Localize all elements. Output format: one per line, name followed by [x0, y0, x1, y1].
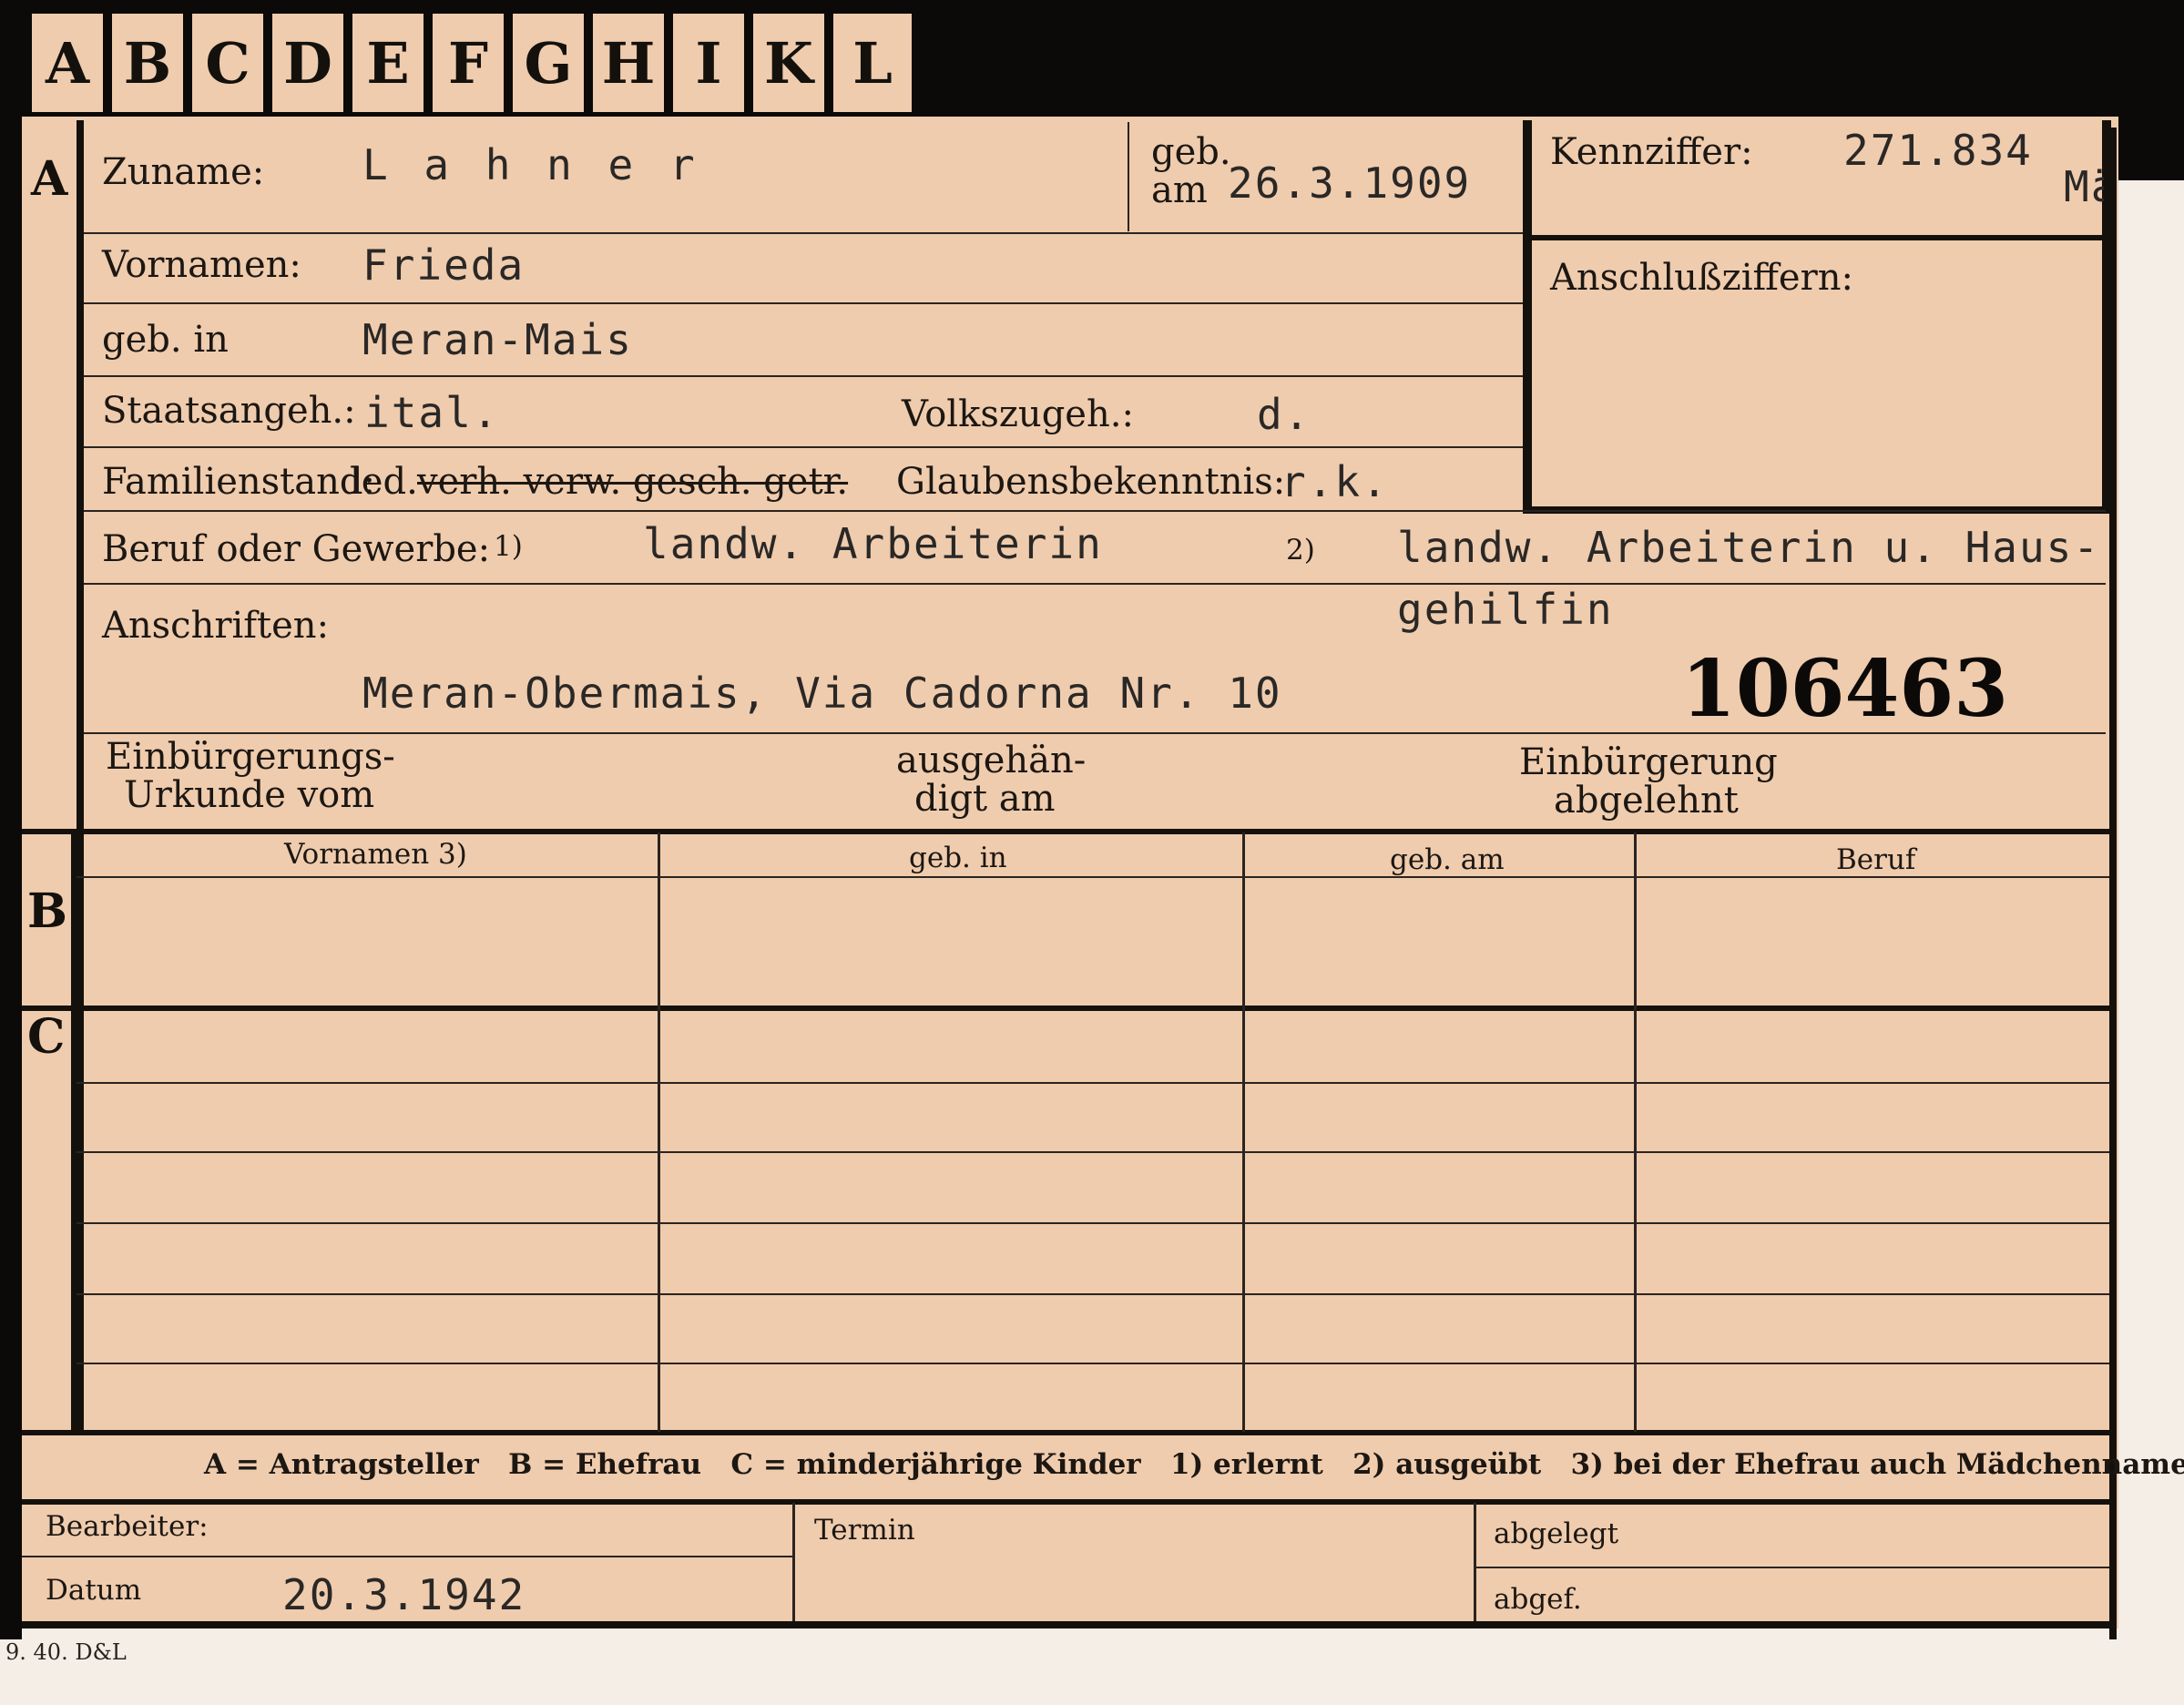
reference-box-middle [1523, 235, 2111, 240]
table-col-3 [1634, 832, 1637, 1432]
rule-c-row-5 [77, 1363, 2109, 1364]
filed-label: abgelegt [1494, 1517, 1619, 1550]
stamp-number: 106463 [1681, 643, 2009, 735]
footer-col-1 [792, 1503, 795, 1621]
wife-table-header-birthplace: geb. in [909, 842, 1007, 874]
handed-over-label-1: ausgehän- [896, 740, 1087, 781]
wife-table-header-occupation: Beruf [1836, 843, 1916, 876]
occupation-practiced-value-1: landw. Arbeiterin u. Haus- [1397, 523, 2101, 572]
print-code: 9. 40. D&L [5, 1639, 127, 1665]
ethnicity-value: d. [1257, 390, 1311, 439]
naturalization-certificate-label-1: Einbürgerungs- [106, 736, 395, 778]
occupation-practiced-marker: 2) [1286, 534, 1315, 567]
reference-code-suffix: Mä [2064, 162, 2104, 211]
rule-birthplace [84, 375, 1523, 377]
occupation-practiced-value-2: gehilfin [1397, 585, 1614, 634]
left-section-border-bc [71, 831, 77, 1432]
given-names-label: Vornamen: [102, 244, 301, 286]
tab-b[interactable]: B [109, 11, 186, 115]
tab-l[interactable]: L [831, 11, 914, 115]
rule-legend-top [22, 1430, 2109, 1435]
religion-value: r.k. [1281, 457, 1389, 506]
tab-i[interactable]: I [670, 11, 747, 115]
rule-given [84, 302, 1523, 304]
rule-footer-top [22, 1499, 2109, 1505]
occupation-learned-value: landw. Arbeiterin [643, 519, 1103, 568]
naturalization-certificate-label-2: Urkunde vom [124, 774, 375, 816]
rule-c-row-1 [77, 1082, 2109, 1084]
naturalization-refused-label-2: abgelehnt [1554, 780, 1739, 822]
footer-row-left [22, 1556, 792, 1557]
rule-occupation [84, 583, 2106, 585]
birthdate-divider [1128, 122, 1129, 231]
tab-d[interactable]: D [270, 11, 346, 115]
rule-marital [84, 510, 2106, 512]
reference-code-label: Kennziffer: [1550, 131, 1753, 173]
footer-col-2 [1474, 1503, 1476, 1621]
deadline-label: Termin [814, 1514, 915, 1547]
occupation-learned-marker: 1) [494, 530, 523, 563]
black-background-right [2118, 126, 2184, 180]
tab-a[interactable]: A [29, 11, 106, 115]
marital-status-selected: led. [350, 461, 418, 503]
date-label: Datum [46, 1574, 142, 1607]
tab-k[interactable]: K [750, 11, 827, 115]
footer-row-right [1475, 1567, 2109, 1568]
marital-status-label: Familienstand: [102, 461, 375, 503]
rule-c-row-4 [77, 1293, 2109, 1295]
ethnicity-label: Volkszugeh.: [902, 393, 1134, 435]
surname-label: Zuname: [102, 151, 265, 193]
occupation-label: Beruf oder Gewerbe: [102, 528, 491, 570]
naturalization-refused-label-1: Einbürgerung [1519, 741, 1778, 783]
rule-citizenship [84, 446, 1523, 448]
table-col-1 [658, 832, 660, 1432]
clerk-label: Bearbeiter: [46, 1510, 209, 1543]
tab-c[interactable]: C [189, 11, 266, 115]
given-names-value: Frieda [362, 240, 526, 290]
rule-surname [84, 232, 1523, 234]
section-letter-c: C [27, 1009, 66, 1065]
rule-c-row-3 [77, 1222, 2109, 1224]
handed-over-label-2: digt am [914, 778, 1056, 820]
wife-table-header-birthdate: geb. am [1390, 843, 1505, 876]
rule-table-header [77, 876, 2109, 878]
tab-f[interactable]: F [430, 11, 506, 115]
reference-code-value: 271.834 [1843, 126, 2033, 175]
section-letter-a: A [31, 151, 68, 207]
marital-status-struck-options: verh. verw. gesch. getr. [417, 461, 849, 503]
date-value: 20.3.1942 [282, 1570, 526, 1619]
tab-h[interactable]: H [590, 11, 667, 115]
address-label: Anschriften: [102, 605, 330, 647]
born-on-label-2: am [1151, 169, 1208, 211]
tab-g[interactable]: G [510, 11, 587, 115]
surname-value: L a h n e r [362, 140, 700, 189]
citizenship-label: Staatsangeh.: [102, 390, 356, 432]
address-value: Meran-Obermais, Via Cadorna Nr. 10 [362, 669, 1282, 718]
rule-c-row-2 [77, 1151, 2109, 1153]
birth-date-value: 26.3.1909 [1228, 158, 1472, 208]
index-card [22, 117, 2118, 1628]
legend-line: A = Antragsteller B = Ehefrau C = minder… [204, 1448, 2184, 1481]
linked-codes-label: Anschlußziffern: [1550, 257, 1853, 299]
tab-e[interactable]: E [350, 11, 426, 115]
rule-section-b-top [22, 829, 2109, 834]
religion-label: Glaubensbekenntnis: [896, 461, 1286, 503]
black-background-left [0, 0, 22, 1639]
wife-table-header-names: Vornamen 3) [284, 838, 467, 871]
section-letter-b: B [27, 883, 67, 939]
birthplace-label: geb. in [102, 319, 229, 361]
reference-box-left [1523, 120, 1532, 514]
citizenship-value: ital. [364, 388, 500, 437]
born-on-label-1: geb. [1151, 131, 1231, 173]
birthplace-value: Meran-Mais [362, 315, 633, 364]
rule-section-c-top [22, 1006, 2109, 1011]
left-section-border [77, 120, 84, 1432]
table-col-2 [1242, 832, 1245, 1432]
bottom-card-border [22, 1621, 2117, 1628]
sent-label: abgef. [1494, 1583, 1582, 1616]
